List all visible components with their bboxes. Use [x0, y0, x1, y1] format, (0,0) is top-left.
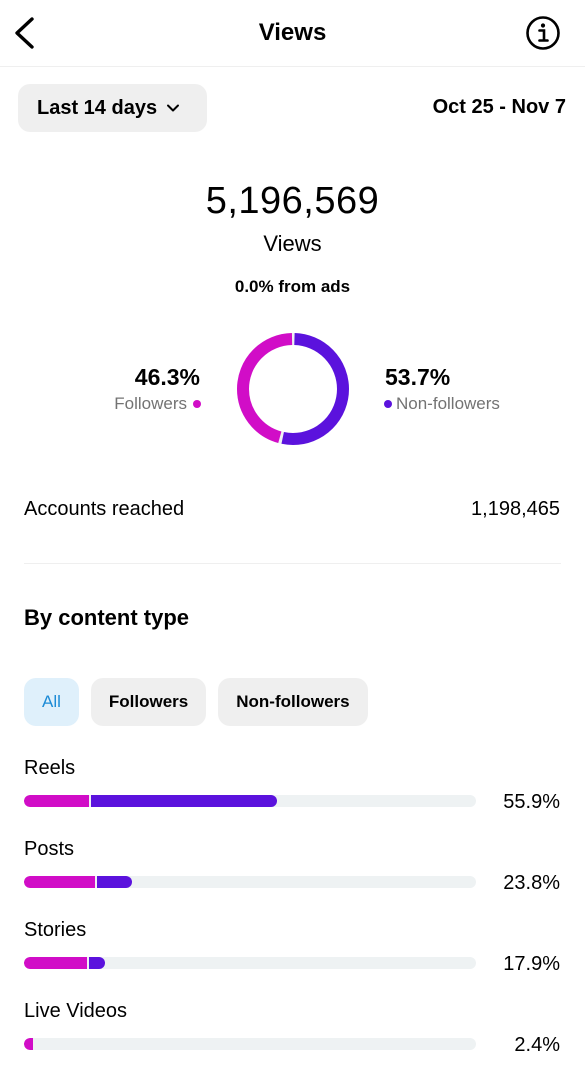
audience-donut-chart: [237, 333, 349, 445]
followers-legend-label: Followers: [114, 394, 187, 413]
total-views-label: Views: [263, 231, 322, 256]
total-views: 5,196,569: [205, 180, 380, 222]
non-followers-legend: Non-followers: [384, 394, 500, 414]
followers-dot: [193, 400, 201, 408]
content-type-percentage: 2.4%: [514, 1034, 560, 1056]
non-followers-dot: [384, 400, 392, 408]
followers-bar-segment: [24, 876, 96, 888]
date-range-label: Last 14 days: [37, 96, 158, 119]
non-followers-bar-segment: [88, 957, 105, 969]
content-type-percentage: 17.9%: [503, 953, 560, 975]
progress-bar: [24, 1038, 476, 1050]
progress-bar: [24, 957, 476, 969]
filter-chip-non-followers[interactable]: Non-followers: [218, 678, 368, 726]
followers-bar-segment: [24, 1038, 34, 1050]
non-followers-bar-segment: [91, 795, 277, 807]
content-type-label: Stories: [24, 919, 87, 941]
content-type-percentage: 55.9%: [503, 791, 560, 813]
section-title: By content type: [24, 605, 190, 630]
info-icon: [526, 16, 560, 50]
non-followers-percentage: 53.7%: [385, 364, 451, 390]
date-range-text: Oct 25 - Nov 7: [432, 96, 566, 118]
list-item: Posts 23.8%: [0, 836, 585, 917]
page-title: Views: [258, 19, 327, 46]
content-type-percentage: 23.8%: [503, 872, 560, 894]
non-followers-bar-segment: [97, 876, 132, 888]
list-item: Reels 55.9%: [0, 755, 585, 836]
accounts-reached-value: 1,198,465: [471, 498, 560, 520]
followers-legend: Followers: [114, 394, 201, 414]
content-type-label: Reels: [24, 757, 76, 779]
non-followers-legend-label: Non-followers: [396, 394, 500, 413]
ads-share: 0.0% from ads: [234, 277, 351, 296]
content-type-label: Live Videos: [24, 1000, 128, 1022]
content-type-list: Reels 55.9% Posts 23.8% Stories 17.9% Li…: [0, 755, 585, 1068]
filter-chip-followers[interactable]: Followers: [90, 678, 207, 726]
top-bar: Views: [0, 0, 585, 67]
divider: [24, 563, 561, 564]
followers-percentage: 46.3%: [134, 364, 200, 390]
followers-bar-segment: [24, 795, 90, 807]
content-filter-chips: All Followers Non-followers: [24, 678, 368, 726]
progress-bar: [24, 876, 476, 888]
accounts-reached-label: Accounts reached: [24, 498, 185, 520]
list-item: Stories 17.9%: [0, 917, 585, 998]
info-button[interactable]: [525, 15, 561, 51]
date-range-dropdown[interactable]: Last 14 days: [18, 84, 207, 132]
progress-bar: [24, 795, 476, 807]
filter-chip-all[interactable]: All: [24, 678, 79, 726]
content-type-label: Posts: [24, 838, 75, 860]
list-item: Live Videos 2.4%: [0, 998, 585, 1068]
chevron-down-icon: [167, 104, 180, 112]
followers-bar-segment: [24, 957, 87, 969]
